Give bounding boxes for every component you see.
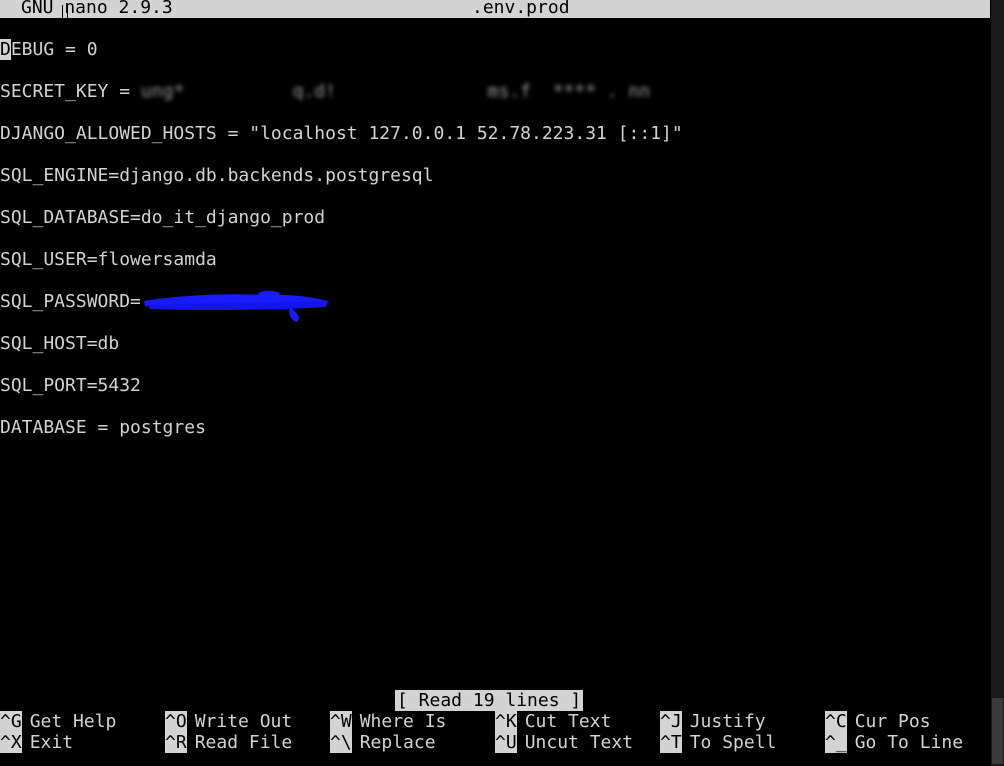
app-version-label: GNU nano 2.9.3 [21, 0, 173, 18]
editor-line-sql-password[interactable]: SQL_PASSWORD= [0, 291, 141, 312]
editor-line-allowed-hosts[interactable]: DJANGO_ALLOWED_HOSTS = "localhost 127.0.… [0, 123, 683, 144]
shortcut-write-out[interactable]: ^O Write Out [165, 711, 292, 732]
shortcut-replace[interactable]: ^\ Replace [330, 732, 436, 753]
text-caret: D [0, 39, 11, 60]
redacted-secret-key: ung* q.d! ms.f **** . nn [140, 81, 651, 102]
shortcut-uncut-text[interactable]: ^U Uncut Text [495, 732, 633, 753]
editor-line-database[interactable]: DATABASE = postgres [0, 417, 206, 438]
shortcut-cut-text[interactable]: ^K Cut Text [495, 711, 611, 732]
nano-title-bar: GNU nano 2.9.3 .env.prod [0, 0, 990, 18]
shortcut-where-is[interactable]: ^W Where Is [330, 711, 446, 732]
shortcut-get-help[interactable]: ^G Get Help [0, 711, 116, 732]
file-name-label: .env.prod [472, 0, 570, 18]
editor-line-sql-port[interactable]: SQL_PORT=5432 [0, 375, 141, 396]
editor-line-sql-database[interactable]: SQL_DATABASE=do_it_django_prod [0, 207, 325, 228]
editor-line-debug[interactable]: DEBUG = 0 [0, 39, 98, 60]
scrollbar-thumb[interactable] [992, 698, 1003, 764]
shortcut-cur-pos[interactable]: ^C Cur Pos [825, 711, 931, 732]
mouse-text-cursor-icon [62, 5, 68, 19]
terminal-scrollbar[interactable] [991, 0, 1004, 766]
password-redaction-scribble [144, 290, 330, 322]
shortcut-go-to-line[interactable]: ^_ Go To Line [825, 732, 963, 753]
editor-line-sql-host[interactable]: SQL_HOST=db [0, 333, 119, 354]
editor-line-sql-engine[interactable]: SQL_ENGINE=django.db.backends.postgresql [0, 165, 433, 186]
editor-line-sql-user[interactable]: SQL_USER=flowersamda [0, 249, 217, 270]
editor-line-secret-key[interactable]: SECRET_KEY = ung* q.d! ms.f **** . nn [0, 81, 650, 102]
status-message: [ Read 19 lines ] [395, 690, 584, 711]
shortcut-justify[interactable]: ^J Justify [660, 711, 766, 732]
shortcut-exit[interactable]: ^X Exit [0, 732, 73, 753]
shortcut-to-spell[interactable]: ^T To Spell [660, 732, 776, 753]
shortcut-read-file[interactable]: ^R Read File [165, 732, 292, 753]
